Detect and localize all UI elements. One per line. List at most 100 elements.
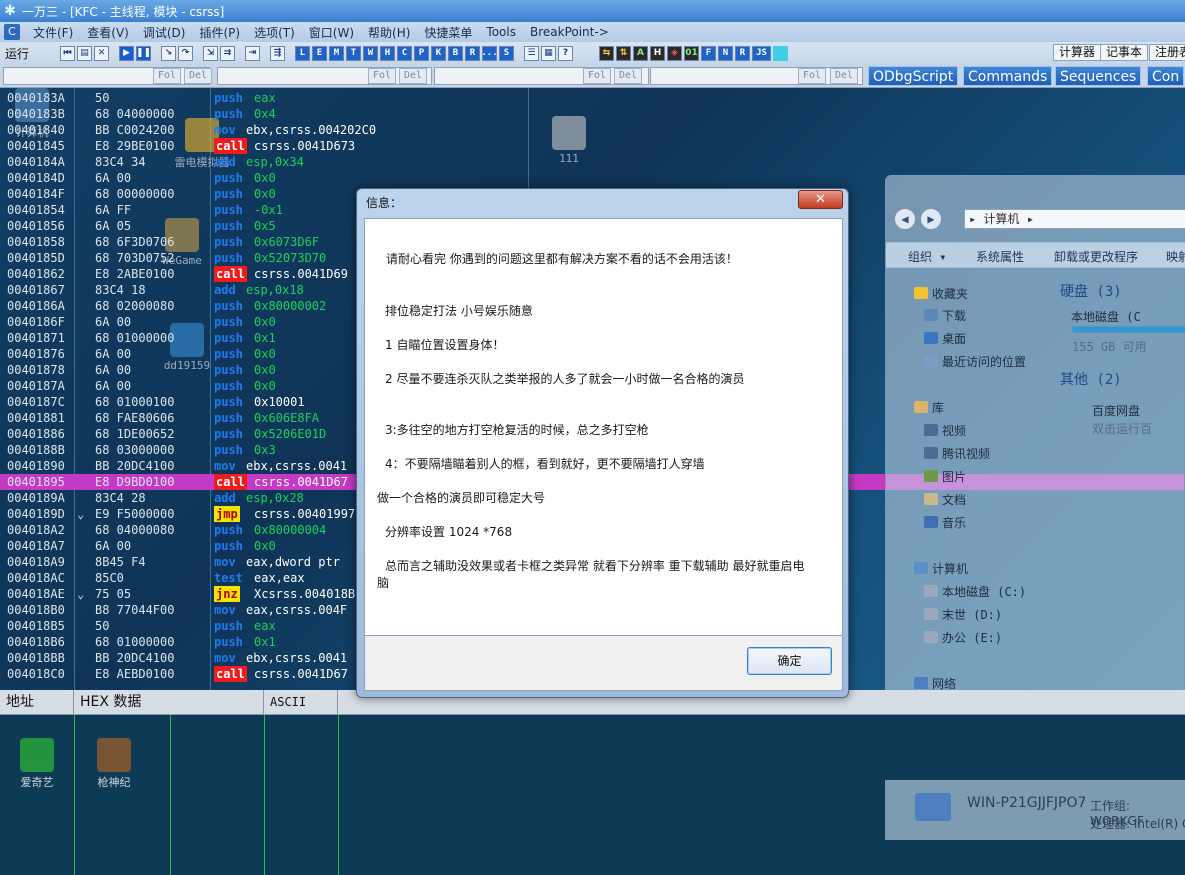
binary-icon[interactable]: 01	[684, 45, 699, 61]
letter-button-e[interactable]: E	[312, 45, 327, 61]
run-icon[interactable]: ▶	[119, 45, 134, 61]
sort-icon[interactable]: ⇅	[616, 45, 631, 61]
disasm-row[interactable]: 00401840 BB C0024200 mov ebx,csrss.004202C0	[0, 122, 1185, 138]
library-music[interactable]: 音乐	[924, 514, 966, 531]
tab-commands[interactable]: Commands	[963, 66, 1053, 86]
delete-button-4[interactable]: Del	[830, 68, 858, 84]
open-icon[interactable]: ▤	[77, 45, 92, 61]
letter-button-l[interactable]: L	[295, 45, 310, 61]
follow-button-3[interactable]: Fol	[583, 68, 611, 84]
letter-button-b[interactable]: B	[448, 45, 463, 61]
favorites-desktop[interactable]: 桌面	[924, 330, 966, 347]
disasm-row[interactable]: 0040184A 83C4 34 add esp,0x34	[0, 154, 1185, 170]
favorites-recent[interactable]: 最近访问的位置	[924, 353, 1026, 370]
diamond-icon[interactable]: ◈	[667, 45, 682, 61]
help-icon[interactable]: ?	[558, 45, 573, 61]
menu-plugins[interactable]: 插件(P)	[192, 24, 247, 41]
system-menu-icon[interactable]: C	[4, 24, 20, 40]
back-icon[interactable]: ◀	[894, 208, 916, 230]
column-address[interactable]: 地址	[0, 690, 74, 714]
delete-button-2[interactable]: Del	[399, 68, 427, 84]
letter-button-c[interactable]: C	[397, 45, 412, 61]
menu-file[interactable]: 文件(F)	[26, 24, 80, 41]
netdisk-tile[interactable]: 百度网盘	[1092, 402, 1140, 419]
favorites-downloads[interactable]: 下载	[924, 307, 966, 324]
goto-icon[interactable]: ⇶	[270, 45, 285, 61]
assembler-icon[interactable]: A	[633, 45, 648, 61]
list-icon[interactable]: ☰	[524, 45, 539, 61]
registry-button[interactable]: 注册表	[1149, 44, 1185, 61]
address-bar[interactable]: ▸ 计算机 ▸	[964, 209, 1185, 229]
disasm-row[interactable]: 00401845 E8 29BE0100 call csrss.0041D673	[0, 138, 1185, 154]
close-icon[interactable]: ✕	[798, 190, 843, 209]
delete-button[interactable]: Del	[184, 68, 212, 84]
trace-over-icon[interactable]: ⇉	[220, 45, 235, 61]
tab-con[interactable]: Con	[1147, 66, 1185, 86]
menu-breakpoint[interactable]: BreakPoint->	[523, 25, 616, 39]
step-into-icon[interactable]: ↘	[161, 45, 176, 61]
pause-icon[interactable]: ❚❚	[136, 45, 151, 61]
fn-button-r[interactable]: R	[735, 45, 750, 61]
execute-till-return-icon[interactable]: ⇥	[245, 45, 260, 61]
letter-button-h[interactable]: H	[380, 45, 395, 61]
uninstall-button[interactable]: 卸载或更改程序	[1054, 248, 1138, 265]
menu-help[interactable]: 帮助(H)	[361, 24, 417, 41]
menu-window[interactable]: 窗口(W)	[302, 24, 361, 41]
follow-button-2[interactable]: Fol	[368, 68, 396, 84]
letter-button-ellipsis[interactable]: ...	[481, 45, 498, 61]
library-item[interactable]: 库	[914, 399, 944, 416]
script-icon[interactable]: ⇆	[599, 45, 614, 61]
column-hex[interactable]: HEX 数据	[74, 690, 264, 714]
letter-button-p[interactable]: P	[414, 45, 429, 61]
close-process-icon[interactable]: ✕	[94, 45, 109, 61]
library-tencent-video[interactable]: 腾讯视频	[924, 445, 990, 462]
organize-menu[interactable]: 组织 ▾	[908, 248, 946, 265]
network-item[interactable]: 网络	[914, 675, 956, 690]
step-over-icon[interactable]: ↷	[178, 45, 193, 61]
notepad-button[interactable]: 记事本	[1100, 44, 1149, 61]
calculator-button[interactable]: 计算器	[1053, 44, 1102, 61]
tab-sequences[interactable]: Sequences	[1055, 66, 1142, 86]
menu-debug[interactable]: 调试(D)	[136, 24, 193, 41]
letter-button-t[interactable]: T	[346, 45, 361, 61]
hb-icon[interactable]: H	[650, 45, 665, 61]
drive-e[interactable]: 办公 (E:)	[924, 629, 1002, 646]
letter-button-m[interactable]: M	[329, 45, 344, 61]
tab-odbgscript[interactable]: ODbgScript	[868, 66, 959, 86]
follow-button[interactable]: Fol	[153, 68, 181, 84]
dump-pane[interactable]: 地址 HEX 数据 ASCII 爱奇艺 枪神纪 WIN-P21GJJFJPO7 …	[0, 690, 1185, 875]
trace-into-icon[interactable]: ⇲	[203, 45, 218, 61]
delete-button-3[interactable]: Del	[614, 68, 642, 84]
hard-disk-group[interactable]: 硬盘 (3)	[1060, 281, 1122, 301]
restart-icon[interactable]: ⏮	[60, 45, 75, 61]
letter-button-s[interactable]: S	[499, 45, 514, 61]
disasm-row[interactable]: 0040183A 50 push eax	[0, 90, 1185, 106]
color-swatch-icon[interactable]	[773, 45, 788, 61]
letter-button-w[interactable]: W	[363, 45, 378, 61]
fn-button-n[interactable]: N	[718, 45, 733, 61]
ok-button[interactable]: 确定	[747, 647, 832, 675]
library-pictures[interactable]: 图片	[924, 468, 966, 485]
disasm-row[interactable]: 0040183B 68 04000000 push 0x4	[0, 106, 1185, 122]
local-disk-tile[interactable]: 本地磁盘 (C	[1071, 308, 1141, 325]
forward-icon[interactable]: ▶	[920, 208, 942, 230]
library-documents[interactable]: 文档	[924, 491, 966, 508]
drive-c[interactable]: 本地磁盘 (C:)	[924, 583, 1026, 600]
library-videos[interactable]: 视频	[924, 422, 966, 439]
column-ascii[interactable]: ASCII	[264, 690, 338, 714]
letter-button-k[interactable]: K	[431, 45, 446, 61]
follow-button-4[interactable]: Fol	[798, 68, 826, 84]
menu-view[interactable]: 查看(V)	[80, 24, 136, 41]
computer-item[interactable]: 计算机	[914, 560, 968, 577]
menu-tools[interactable]: Tools	[479, 25, 523, 39]
fn-button-js[interactable]: JS	[752, 45, 771, 61]
drive-d[interactable]: 末世 (D:)	[924, 606, 1002, 623]
letter-button-r[interactable]: R	[465, 45, 480, 61]
system-properties-button[interactable]: 系统属性	[976, 248, 1024, 265]
fn-button-f[interactable]: F	[701, 45, 716, 61]
menu-shortcuts[interactable]: 快捷菜单	[417, 24, 479, 41]
grid-icon[interactable]: ▦	[541, 45, 556, 61]
map-button[interactable]: 映射	[1166, 248, 1185, 265]
favorites-item[interactable]: 收藏夹	[914, 285, 968, 302]
other-group[interactable]: 其他 (2)	[1060, 369, 1122, 389]
